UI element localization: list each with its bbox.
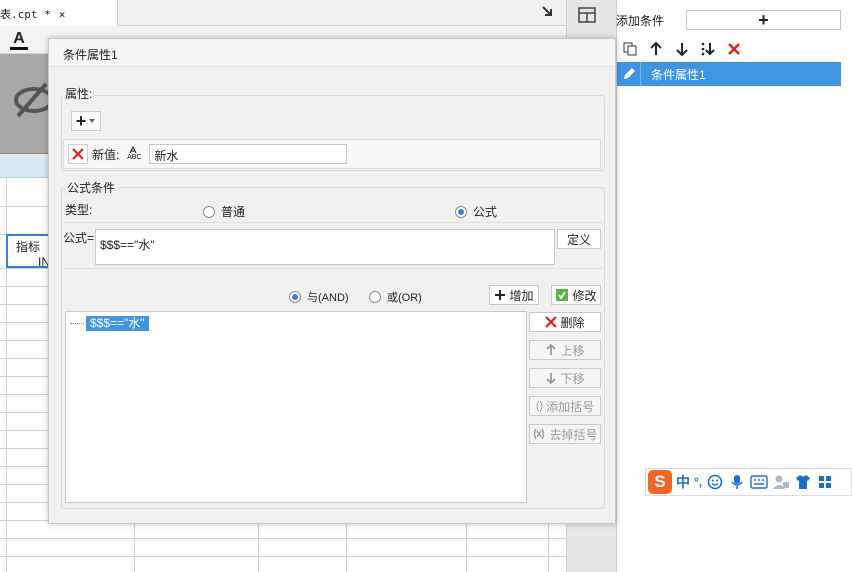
plus-icon: + (75, 111, 87, 131)
editor-tab-title: 表.cpt * (0, 8, 51, 21)
condition-item-label: 条件属性1 (651, 67, 706, 82)
hidden-preview-panel (0, 54, 54, 154)
move-down-icon[interactable] (672, 39, 692, 59)
property-row: 新值: ABC 新水 (63, 139, 601, 169)
text-type-icon[interactable]: ABC (123, 146, 145, 162)
move-up-label: 上移 (560, 343, 585, 358)
formula-condition-label: 公式条件 (65, 179, 118, 196)
logic-or-label: 或(OR) (387, 292, 422, 304)
delete-icon (545, 316, 558, 328)
logic-and-label: 与(AND) (307, 292, 349, 304)
move-bottom-icon[interactable] (698, 39, 718, 59)
new-value-label: 新值: (92, 147, 120, 162)
condition-expression-item[interactable]: $$$=="水" (70, 316, 149, 331)
layout-icon[interactable] (567, 0, 617, 30)
microphone-icon[interactable] (728, 473, 746, 491)
add-condition-formula-button[interactable]: 增加 (489, 285, 539, 305)
dialog-title: 条件属性1 (49, 39, 615, 67)
logic-or-radio[interactable]: 或(OR) (369, 289, 422, 305)
font-color-icon[interactable]: A (8, 30, 30, 50)
delete-button[interactable]: 删除 (529, 312, 601, 332)
collapse-panel-icon[interactable] (540, 4, 556, 20)
plus-icon: + (758, 10, 769, 30)
ime-mode-toggle[interactable]: 中 (676, 472, 690, 492)
user-icon[interactable] (772, 473, 790, 491)
type-formula-radio[interactable]: 公式 (455, 203, 497, 220)
condition-toolbar (620, 38, 840, 60)
move-up-button[interactable]: 上移 (529, 340, 601, 360)
formula-input[interactable]: $$$=="水" (95, 229, 555, 265)
modify-icon (556, 289, 569, 301)
delete-icon[interactable] (724, 39, 744, 59)
properties-group-label: 属性: (63, 85, 95, 102)
move-down-label: 下移 (560, 371, 585, 386)
sogou-logo-icon[interactable]: S (648, 470, 672, 494)
modify-button-label: 修改 (572, 288, 597, 303)
radio-dot-icon (289, 291, 301, 303)
condition-expression-list[interactable]: $$$=="水" (65, 311, 527, 503)
type-row: 类型: 普通 公式 (63, 197, 603, 223)
type-normal-radio[interactable]: 普通 (203, 203, 245, 220)
dropdown-arrow-icon (89, 119, 96, 123)
add-condition-label: 添加条件 (616, 14, 665, 28)
condition-attribute-dialog: 条件属性1 属性: + 新值: ABC 新水 公式条件 类型: 普通 公式 公式… (48, 38, 616, 524)
radio-dot-icon (369, 291, 381, 303)
formula-label: 公式= (63, 231, 95, 245)
condition-list-item[interactable]: 条件属性1 (617, 62, 841, 86)
copy-icon[interactable] (620, 39, 640, 59)
new-value-field[interactable]: 新水 (149, 144, 348, 164)
cell-text-2: IN (38, 255, 50, 268)
plus-icon (495, 290, 506, 300)
close-icon[interactable]: × (59, 8, 66, 21)
editor-tab[interactable]: 表.cpt * × (0, 0, 118, 26)
ime-toolbar: S 中 °, (645, 468, 852, 496)
remove-bracket-button[interactable]: 去掉括号 (529, 424, 601, 444)
type-normal-label: 普通 (221, 205, 246, 219)
formula-row: 公式= $$$=="水" 定义 (63, 227, 603, 269)
emoji-icon[interactable] (706, 473, 724, 491)
arrow-down-icon (546, 373, 557, 384)
cell-text: 指标 (16, 240, 41, 254)
arrow-up-icon (546, 344, 557, 355)
add-bracket-label: 添加括号 (546, 399, 595, 414)
add-bracket-button[interactable]: () 添加括号 (529, 396, 601, 416)
eye-off-icon (14, 82, 54, 118)
keyboard-icon[interactable] (750, 473, 768, 491)
skin-shirt-icon[interactable] (794, 473, 812, 491)
radio-dot-icon (455, 205, 467, 218)
brackets-icon: () (535, 400, 544, 412)
delete-property-icon[interactable] (68, 144, 88, 164)
type-formula-label: 公式 (473, 205, 498, 219)
define-button[interactable]: 定义 (557, 229, 601, 249)
move-down-button[interactable]: 下移 (529, 368, 601, 388)
remove-brackets-icon (534, 428, 545, 440)
logic-and-radio[interactable]: 与(AND) (289, 289, 349, 305)
move-up-icon[interactable] (646, 39, 666, 59)
edit-pencil-icon (617, 62, 641, 86)
add-property-button[interactable]: + (71, 111, 101, 131)
ime-punct-toggle[interactable]: °, (694, 475, 702, 489)
delete-button-label: 删除 (560, 315, 585, 330)
logic-row: 与(AND) 或(OR) 增加 修改 (63, 283, 603, 309)
modify-button[interactable]: 修改 (551, 285, 601, 305)
type-label: 类型: (65, 203, 93, 217)
add-condition-button[interactable]: + (686, 10, 841, 30)
radio-dot-icon (203, 205, 215, 218)
add-button-label: 增加 (509, 288, 534, 303)
remove-bracket-label: 去掉括号 (549, 427, 598, 442)
toolbox-grid-icon[interactable] (816, 473, 834, 491)
selected-cell[interactable]: 指标 IN (6, 234, 50, 268)
